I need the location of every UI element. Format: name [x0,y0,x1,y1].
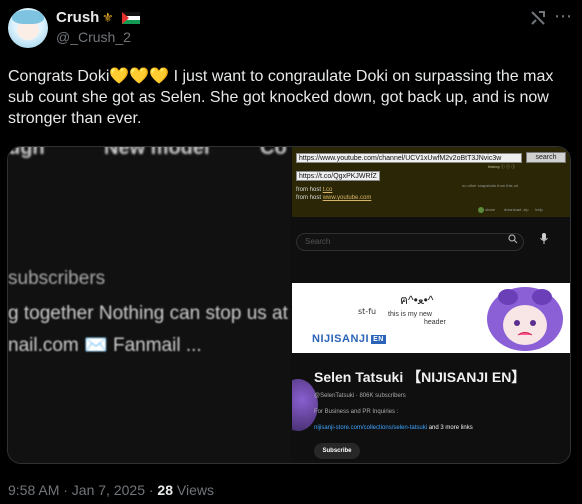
logo-en-badge: EN [371,334,386,344]
media-left-screenshot: ugh New model Co subscribers g together … [8,147,291,463]
search-icon [508,234,518,244]
logo-text: NIJISANJI [312,333,370,345]
help-link: help [535,207,543,213]
views-label: Views [173,482,214,498]
more-options-button[interactable]: ⋯ [554,6,573,27]
avatar[interactable] [8,8,48,48]
channel-tabs: ugh New model Co [8,147,291,161]
palestine-flag-icon [122,12,140,24]
subscribers-text: subscribers [8,268,106,289]
wayback-toolbar: https://www.youtube.com/channel/UCV1xUwf… [292,147,570,217]
channel-name: Selen Tatsuki 【NIJISANJI EN】 [314,369,526,385]
media-right-screenshot: https://www.youtube.com/channel/UCV1xUwf… [292,147,570,463]
subscribe-button: Subscribe [314,443,360,459]
download-link: download .zip [504,207,529,213]
banner-note-text-2: header [424,319,446,326]
from-host-link: www.youtube.com [322,195,372,201]
channel-links: nijisanji-store.com/collections/selen-ta… [314,425,473,431]
wayback-short-url: https://t.co/QgxPKJWRfZ [296,171,380,181]
tab-1: ugh [8,147,45,159]
tab-new-model: New model [104,147,210,159]
banner-note-text: this is my new [388,311,432,318]
wayback-from-host-2: from host www.youtube.com [296,195,371,201]
tweet-meta: 9:58 AM · Jan 7, 2025 · 28 Views [8,482,214,498]
wayback-footer: share download .zip help [478,207,543,213]
wayback-links: history ⓘ ⓘ ⓘ [488,164,516,169]
character-art [487,287,563,351]
wayback-note: no other snapshots from this url [462,183,519,188]
microphone-icon [540,233,548,244]
channel-link-url: nijisanji-store.com/collections/selen-ta… [314,425,428,431]
tab-3: Co [260,147,287,159]
doodle-cat-icon: ฅ^•ﻌ•^ [400,293,434,307]
share-icon [478,207,484,213]
tweet-media[interactable]: ugh New model Co subscribers g together … [7,146,571,464]
share-link: share [485,207,496,213]
grok-icon[interactable] [530,10,546,26]
from-host-label: from host [296,195,323,201]
tweet-timestamp[interactable]: 9:58 AM · Jan 7, 2025 · [8,482,157,498]
display-name[interactable]: Crush [56,9,99,26]
from-host-link: t.co [322,187,333,193]
wayback-from-host-1: from host t.co [296,187,332,193]
wayback-search-button: search [526,152,566,163]
views-count: 28 [157,482,173,498]
channel-business-text: For Business and PR Inquiries : [314,409,399,415]
description-line-1: g together Nothing can stop us at a [8,303,291,324]
yt-search-input: Search [296,233,524,251]
user-handle[interactable]: @_Crush_2 [56,29,131,45]
crown-icon: ⚜ [102,10,114,25]
wayback-url-field: https://www.youtube.com/channel/UCV1xUwf… [296,153,522,163]
tweet-text: Congrats Doki💛💛💛 I just want to congraul… [8,68,558,127]
channel-more-links: and 3 more links [427,425,473,431]
channel-banner: ฅ^•ﻌ•^ st-fu this is my new header NIJIS… [292,283,570,353]
channel-meta: @SelenTatsuki · 806K subscribers [314,393,406,399]
banner-stfu-text: st-fu [358,307,377,316]
description-line-2: nail.com ✉️ Fanmail ... [8,335,202,356]
from-host-label: from host [296,187,323,193]
nijisanji-logo: NIJISANJI EN [312,333,386,345]
